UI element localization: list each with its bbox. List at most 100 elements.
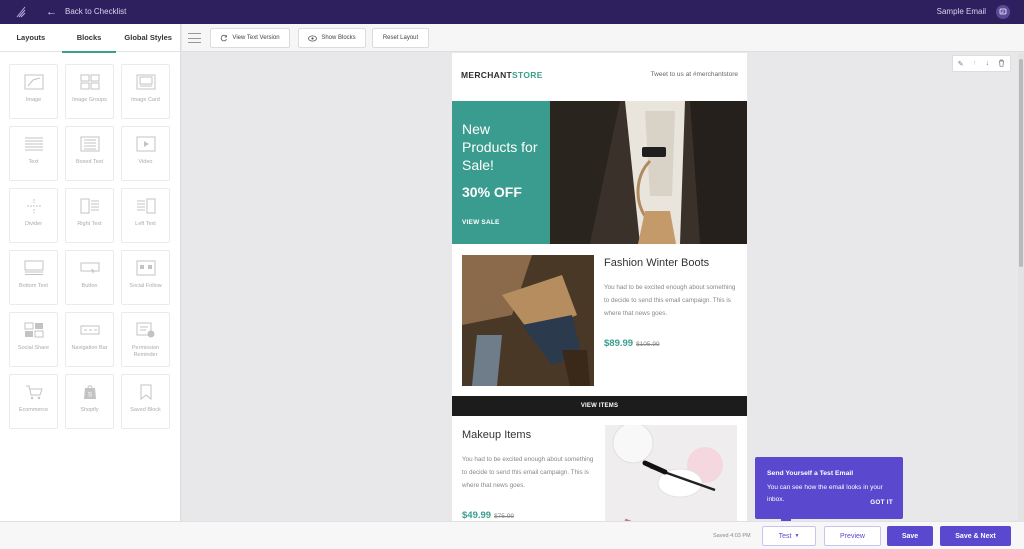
caret-down-icon: ▼ [794, 533, 800, 539]
tweet-text: Tweet to us at #merchantstore [650, 71, 738, 78]
refresh-icon [221, 34, 228, 42]
back-to-checklist-link[interactable]: ← Back to Checklist [46, 0, 126, 24]
block-label: Image [25, 97, 42, 103]
tab-blocks[interactable]: Blocks [61, 24, 117, 53]
email-canvas: ✎ ↑ ↓ MERCHANTSTORE Tweet to us at #merc… [182, 53, 1024, 521]
tooltip-title: Send Yourself a Test Email [767, 470, 854, 477]
block-boxed-text[interactable]: Boxed Text [65, 126, 114, 181]
email-preview[interactable]: MERCHANTSTORE Tweet to us at #merchantst… [452, 53, 747, 521]
brand-main: MERCHANT [461, 70, 513, 80]
product-block-boots: Fashion Winter Boots You had to be excit… [452, 244, 747, 396]
view-sale-link[interactable]: VIEW SALE [462, 219, 500, 226]
product-old-price: $105.99 [636, 341, 660, 348]
block-divider[interactable]: Divider [9, 188, 58, 243]
test-dropdown-button[interactable]: Test ▼ [762, 526, 816, 546]
reset-layout-button[interactable]: Reset Layout [372, 28, 429, 48]
block-bottom-text[interactable]: Bottom Text [9, 250, 58, 305]
blocks-grid: Image Image Groups Image Card Text Boxed… [9, 64, 170, 429]
divider-icon [26, 199, 41, 213]
product-price: $49.99 [462, 510, 492, 521]
block-label: Image Groups [72, 97, 107, 103]
block-edit-tools: ✎ ↑ ↓ [952, 55, 1011, 72]
block-label: Saved Block [130, 407, 161, 413]
social-follow-icon [136, 260, 155, 276]
footer-bar: Saved 4:03 PM Test ▼ Preview Save Save &… [0, 521, 1024, 549]
image-group-icon [80, 74, 99, 90]
block-left-text[interactable]: Left Text [121, 188, 170, 243]
block-saved-block[interactable]: Saved Block [121, 374, 170, 429]
top-bar: ← Back to Checklist Sample Email [0, 0, 1024, 24]
block-shopify[interactable]: S Shopify [65, 374, 114, 429]
bottom-text-icon [24, 260, 43, 275]
block-label: Shopify [80, 407, 99, 413]
block-label: Social Share [17, 345, 50, 351]
arrow-down-icon[interactable]: ↓ [986, 60, 990, 67]
permission-reminder-icon [136, 322, 154, 338]
right-text-icon [80, 198, 99, 214]
trash-icon[interactable] [998, 59, 1005, 69]
video-icon [136, 136, 155, 152]
block-label: Image Card [131, 97, 160, 103]
block-ecommerce[interactable]: Ecommerce [9, 374, 58, 429]
image-card-icon [136, 74, 155, 90]
product-old-price: $75.99 [494, 513, 514, 520]
canvas-scrollbar[interactable] [1018, 53, 1024, 521]
panel-tabs: Layouts Blocks Global Styles [0, 24, 180, 53]
got-it-button[interactable]: GOT IT [870, 499, 893, 506]
save-button[interactable]: Save [887, 526, 933, 546]
tab-layouts[interactable]: Layouts [0, 24, 62, 52]
product-title: Makeup Items [462, 429, 532, 441]
block-label: Left Text [135, 221, 156, 227]
block-image-groups[interactable]: Image Groups [65, 64, 114, 119]
chat-icon[interactable] [996, 5, 1010, 19]
block-video[interactable]: Video [121, 126, 170, 181]
text-icon [24, 137, 43, 151]
eye-icon [308, 35, 318, 41]
saved-status: Saved 4:03 PM [713, 533, 751, 539]
block-navigation-bar[interactable]: Navigation Bar [65, 312, 114, 367]
product-description: You had to be excited enough about somet… [462, 456, 594, 489]
block-image[interactable]: Image [9, 64, 58, 119]
app-logo-icon[interactable] [14, 5, 28, 19]
show-blocks-label: Show Blocks [321, 35, 356, 41]
product-block-makeup: Makeup Items You had to be excited enoug… [452, 416, 747, 521]
view-items-button[interactable]: VIEW ITEMS [452, 396, 747, 416]
block-permission-reminder[interactable]: Permission Reminder [121, 312, 170, 367]
block-label: Divider [24, 221, 43, 227]
product-price-row: $49.99 $75.99 [462, 510, 514, 521]
block-right-text[interactable]: Right Text [65, 188, 114, 243]
block-label: Button [81, 283, 98, 289]
block-button[interactable]: Button [65, 250, 114, 305]
view-text-version-button[interactable]: View Text Version [210, 28, 290, 48]
product-price: $89.99 [604, 338, 634, 349]
hamburger-menu-icon[interactable] [188, 33, 201, 43]
hero-title: New Products for Sale! [462, 121, 538, 173]
left-text-icon [136, 198, 155, 214]
brand-logo: MERCHANTSTORE [461, 70, 543, 80]
tab-global-styles[interactable]: Global Styles [116, 24, 180, 52]
arrow-up-icon[interactable]: ↑ [973, 60, 977, 67]
product-description: You had to be excited enough about somet… [604, 284, 736, 317]
email-header: MERCHANTSTORE Tweet to us at #merchantst… [452, 53, 747, 101]
pencil-icon[interactable]: ✎ [958, 60, 964, 68]
hero-discount: 30% OFF [462, 184, 522, 200]
preview-button[interactable]: Preview [824, 526, 881, 546]
product-title: Fashion Winter Boots [604, 257, 710, 269]
email-name: Sample Email [936, 7, 986, 16]
block-text[interactable]: Text [9, 126, 58, 181]
block-social-share[interactable]: Social Share [9, 312, 58, 367]
block-label: Right Text [77, 221, 102, 227]
test-label: Test [778, 532, 792, 540]
test-email-tooltip: Send Yourself a Test Email You can see h… [755, 457, 903, 524]
tooltip-body: You can see how the email looks in your … [767, 484, 883, 503]
view-text-version-label: View Text Version [232, 35, 280, 41]
block-social-follow[interactable]: Social Follow [121, 250, 170, 305]
hero-banner: New Products for Sale! 30% OFF VIEW SALE [452, 101, 747, 244]
block-image-card[interactable]: Image Card [121, 64, 170, 119]
button-icon [80, 262, 99, 274]
scrollbar-thumb[interactable] [1019, 59, 1023, 267]
save-and-next-button[interactable]: Save & Next [940, 526, 1011, 546]
block-label: Bottom Text [19, 283, 48, 289]
block-label: Ecommerce [18, 407, 49, 413]
show-blocks-button[interactable]: Show Blocks [298, 28, 366, 48]
